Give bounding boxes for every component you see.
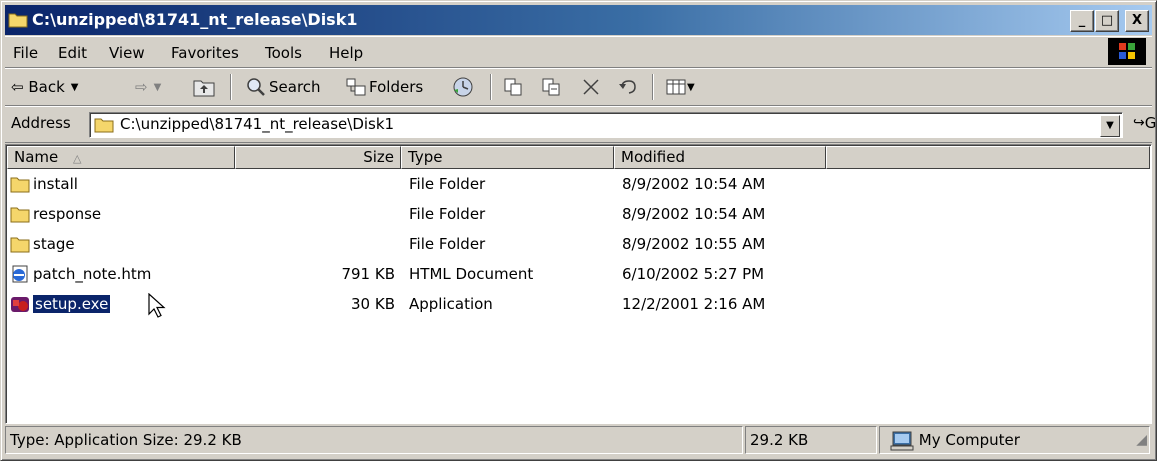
menu-file[interactable]: File	[13, 44, 38, 62]
address-label: Address	[11, 114, 71, 132]
column-header-filler	[826, 146, 1150, 169]
search-button[interactable]: Search	[245, 76, 321, 98]
sort-ascending-icon: △	[73, 152, 82, 165]
undo-icon	[619, 80, 636, 94]
history-button[interactable]	[451, 76, 475, 98]
file-row[interactable]: setup.exe 30 KB Application 12/2/2001 2:16 …	[7, 291, 1147, 319]
go-label: Go	[1144, 114, 1157, 132]
mouse-cursor-icon	[148, 293, 166, 318]
move-to-icon	[504, 78, 522, 96]
back-dropdown-icon[interactable]: ▼	[71, 82, 79, 93]
windows-logo-icon	[1108, 38, 1146, 65]
back-button[interactable]: ⇦ Back ▼	[11, 76, 78, 98]
file-type: Application	[409, 295, 493, 313]
file-type: HTML Document	[409, 265, 534, 283]
folder-icon	[94, 118, 114, 133]
file-size: 30 KB	[351, 295, 395, 313]
address-bar: Address C:\unzipped\81741_nt_release\Dis…	[5, 106, 1157, 143]
move-to-button[interactable]	[502, 76, 524, 98]
back-arrow-icon: ⇦	[11, 78, 29, 96]
forward-arrow-icon: ⇨	[135, 78, 148, 96]
menu-help[interactable]: Help	[329, 44, 363, 62]
column-name-label: Name	[14, 148, 59, 166]
address-value: C:\unzipped\81741_nt_release\Disk1	[120, 115, 395, 133]
status-zone-label: My Computer	[918, 431, 1020, 449]
address-field[interactable]: C:\unzipped\81741_nt_release\Disk1 ▼	[89, 112, 1123, 138]
file-type: File Folder	[409, 205, 486, 223]
file-name[interactable]: setup.exe	[33, 295, 111, 313]
resize-grip-icon[interactable]: ◢	[1136, 427, 1147, 453]
forward-button[interactable]: ⇨ ▼	[135, 76, 161, 98]
views-dropdown-icon: ▼	[687, 81, 695, 93]
up-folder-button[interactable]	[193, 76, 215, 98]
file-modified: 12/2/2001 2:16 AM	[622, 295, 766, 313]
toolbar-separator	[230, 74, 232, 100]
status-info: Type: Application Size: 29.2 KB	[5, 426, 743, 454]
folders-button[interactable]: Folders	[345, 76, 423, 98]
undo-button[interactable]	[617, 76, 639, 98]
folder-icon	[10, 237, 30, 253]
views-button[interactable]: ▼	[665, 76, 695, 98]
toolbar-separator	[490, 74, 492, 100]
column-header-type[interactable]: Type	[401, 146, 614, 169]
search-label: Search	[269, 78, 321, 96]
file-modified: 8/9/2002 10:55 AM	[622, 235, 766, 253]
views-icon	[666, 79, 686, 95]
file-modified: 8/9/2002 10:54 AM	[622, 175, 766, 193]
column-header-size[interactable]: Size	[235, 146, 401, 169]
file-list[interactable]: Name △ Size Type Modified install File Fo…	[5, 144, 1152, 424]
explorer-window: C:\unzipped\81741_nt_release\Disk1 _ □ X…	[0, 0, 1157, 461]
maximize-button[interactable]: □	[1095, 10, 1119, 32]
folders-icon	[346, 78, 366, 96]
up-folder-icon	[193, 80, 215, 97]
menu-favorites[interactable]: Favorites	[171, 44, 239, 62]
delete-button[interactable]	[580, 76, 602, 98]
toolbar-separator	[652, 74, 654, 100]
go-arrow-icon: ↪	[1133, 115, 1145, 131]
folder-icon	[8, 13, 28, 28]
file-name[interactable]: install	[33, 175, 78, 193]
minimize-button[interactable]: _	[1070, 10, 1094, 32]
my-computer-icon	[890, 431, 914, 450]
file-name[interactable]: patch_note.htm	[33, 265, 151, 283]
menu-bar: File Edit View Favorites Tools Help	[5, 36, 1152, 68]
folder-icon	[10, 207, 30, 223]
file-size: 791 KB	[341, 265, 395, 283]
file-row[interactable]: patch_note.htm 791 KB HTML Document 6/10/20…	[7, 261, 1147, 289]
application-icon	[11, 297, 29, 312]
back-label: Back	[28, 78, 65, 96]
search-icon	[247, 78, 265, 96]
file-name[interactable]: response	[33, 205, 101, 223]
column-header-modified[interactable]: Modified	[614, 146, 826, 169]
status-size: 29.2 KB	[745, 426, 877, 454]
menu-tools[interactable]: Tools	[265, 44, 302, 62]
column-header-name[interactable]: Name △	[7, 146, 235, 169]
file-row[interactable]: response File Folder 8/9/2002 10:54 AM	[7, 201, 1147, 229]
file-modified: 6/10/2002 5:27 PM	[622, 265, 765, 283]
copy-to-icon	[542, 78, 560, 96]
history-icon	[453, 77, 473, 97]
file-modified: 8/9/2002 10:54 AM	[622, 205, 766, 223]
copy-to-button[interactable]	[540, 76, 562, 98]
delete-icon	[583, 79, 599, 95]
html-document-icon	[12, 265, 28, 283]
folder-icon	[10, 177, 30, 193]
status-zone: My Computer ◢	[879, 426, 1150, 454]
folders-label: Folders	[369, 78, 424, 96]
forward-dropdown-icon[interactable]: ▼	[154, 82, 162, 93]
menu-view[interactable]: View	[109, 44, 145, 62]
file-row[interactable]: install File Folder 8/9/2002 10:54 AM	[7, 171, 1147, 199]
go-button[interactable]: ↪ Go	[1133, 114, 1157, 132]
menu-edit[interactable]: Edit	[58, 44, 87, 62]
file-row[interactable]: stage File Folder 8/9/2002 10:55 AM	[7, 231, 1147, 259]
toolbar: ⇦ Back ▼ ⇨ ▼ Search Folders ▼	[5, 68, 1152, 106]
title-bar[interactable]: C:\unzipped\81741_nt_release\Disk1 _ □ X	[5, 5, 1152, 35]
file-type: File Folder	[409, 175, 486, 193]
file-name[interactable]: stage	[33, 235, 75, 253]
file-type: File Folder	[409, 235, 486, 253]
window-title: C:\unzipped\81741_nt_release\Disk1	[32, 10, 358, 29]
address-dropdown-button[interactable]: ▼	[1100, 115, 1120, 137]
close-button[interactable]: X	[1125, 10, 1149, 32]
